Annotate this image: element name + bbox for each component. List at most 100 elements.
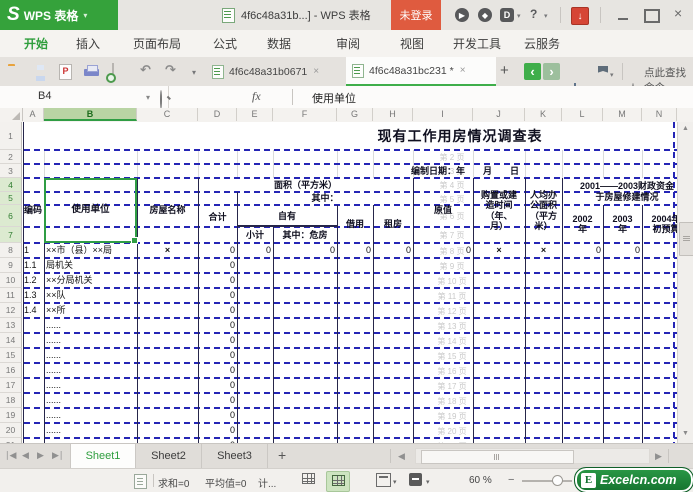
cell-A9[interactable]: 1.1 [23,258,43,273]
cell-B15[interactable]: ...... [45,348,136,363]
hscroll-left-icon[interactable]: ◀ [398,451,405,462]
insert-function-icon[interactable]: fx [252,89,261,104]
header-cell-per-capita-area[interactable]: 人均办 公面积 （平方 米） [525,178,562,243]
tab-scroll-left-button[interactable]: ‹ [524,63,541,80]
scroll-down-icon[interactable]: ▼ [678,430,693,437]
zoom-level[interactable]: 60 % [469,475,492,486]
export-pdf-icon[interactable]: P [59,64,72,80]
cell-D17[interactable]: 0 [199,378,236,393]
menu-tab-公式[interactable]: 公式 [213,30,237,57]
header-cell-self-owned[interactable]: 自有 [237,205,337,227]
cell-D11[interactable]: 0 [199,288,236,303]
column-header-H[interactable]: H [373,108,413,121]
cell-B14[interactable]: ...... [45,333,136,348]
close-button[interactable]: × [674,5,682,21]
cell-D21[interactable]: 0 [199,438,236,443]
header-cell-house-name[interactable]: 房屋名称 [137,178,198,243]
cell-M8[interactable]: 0 [604,243,641,258]
header-cell-total[interactable]: 合计 [198,192,237,243]
cell-D16[interactable]: 0 [199,363,236,378]
row-header-12[interactable]: 12 [0,303,22,318]
cell-J8[interactable]: × [474,243,524,258]
row-header-21[interactable]: 21 [0,438,22,443]
header-cell-subtotal[interactable]: 小计 [237,227,273,243]
document-tab[interactable]: 4f6c48a31b0671× [206,57,342,86]
menu-tab-开始[interactable]: 开始 [24,30,48,57]
column-header-F[interactable]: F [273,108,337,121]
print-preview-icon[interactable] [112,63,114,82]
menu-tab-云服务[interactable]: 云服务 [524,30,560,57]
workspace-icon[interactable] [598,66,608,77]
formula-search-icon[interactable] [160,90,162,109]
header-cell-among[interactable]: 其中： [237,192,413,205]
row-header-9[interactable]: 9 [0,258,22,273]
row-header-11[interactable]: 11 [0,288,22,303]
last-sheet-icon[interactable]: ▶∣ [52,450,63,461]
cell-D14[interactable]: 0 [199,333,236,348]
column-header-B[interactable]: B [44,108,137,121]
cell-B21[interactable]: ...... [45,438,136,443]
column-header-M[interactable]: M [603,108,642,121]
chevron-down-icon[interactable]: ▾ [544,12,548,20]
cell-B16[interactable]: ...... [45,363,136,378]
row-header-17[interactable]: 17 [0,378,22,393]
cell-B8[interactable]: ××市（县）××局 [45,243,136,258]
row-header-7[interactable]: 7 [0,227,22,243]
cell-D8[interactable]: 0 [199,243,236,258]
login-button[interactable]: 未登录 [391,0,441,30]
close-tab-icon[interactable]: × [313,66,319,77]
cell-K8[interactable]: × [526,243,561,258]
cell-I8[interactable]: 0 [414,243,472,258]
cell-D13[interactable]: 0 [199,318,236,333]
row-header-1[interactable]: 1 [0,122,22,150]
menu-tab-插入[interactable]: 插入 [76,30,100,57]
column-header-L[interactable]: L [562,108,603,121]
formula-content[interactable]: 使用单位 [312,90,356,106]
next-sheet-icon[interactable]: ▶ [37,450,44,461]
header-cell-danger-house[interactable]: 其中：危房 [273,227,337,243]
row-header-15[interactable]: 15 [0,348,22,363]
cell-G8[interactable]: 0 [338,243,372,258]
tab-scroll-right-button[interactable]: › [543,63,560,80]
cell-D19[interactable]: 0 [199,408,236,423]
close-tab-icon[interactable]: × [460,65,466,76]
cell-D18[interactable]: 0 [199,393,236,408]
menu-tab-视图[interactable]: 视图 [400,30,424,57]
zoom-slider[interactable] [522,480,572,482]
row-header-2[interactable]: 2 [0,150,22,164]
cell-A10[interactable]: 1.2 [23,273,43,288]
help-icon[interactable]: ? [530,7,537,21]
cell-B11[interactable]: ××队 [45,288,136,303]
page-layout-view-icon[interactable] [376,473,391,487]
row-header-14[interactable]: 14 [0,333,22,348]
row-header-8[interactable]: 8 [0,243,22,258]
header-cell-area[interactable]: 面积（平方米） [198,178,413,192]
column-header-C[interactable]: C [137,108,198,121]
menu-tab-审阅[interactable]: 审阅 [336,30,360,57]
cell-B20[interactable]: ...... [45,423,136,438]
cell-A8[interactable]: 1 [23,243,43,258]
column-header-I[interactable]: I [413,108,473,121]
upgrade-download-icon[interactable]: ↓ [571,7,589,25]
selection-stats-icon[interactable] [134,474,147,489]
cell-B10[interactable]: ××分局机关 [45,273,136,288]
new-document-tab-button[interactable]: + [500,62,509,79]
hscroll-right-icon[interactable]: ▶ [655,451,662,462]
row-header-20[interactable]: 20 [0,423,22,438]
column-header-D[interactable]: D [198,108,237,121]
cell-L8[interactable]: 0 [563,243,602,258]
chevron-down-icon[interactable]: ▾ [393,478,397,486]
vertical-scrollbar[interactable]: ▲ ▼ [677,122,693,443]
zoom-slider-thumb[interactable] [552,475,563,486]
header-cell-rented[interactable]: 租房 [373,205,413,243]
cell-F8[interactable]: 0 [274,243,336,258]
select-all-corner[interactable] [0,108,23,121]
row-header-3[interactable]: 3 [0,164,22,178]
column-header-N[interactable]: N [642,108,677,121]
theme-icon[interactable]: ◆ [478,8,492,22]
menu-tab-开发工具[interactable]: 开发工具 [453,30,501,57]
header-cell-original-value[interactable]: 原值 [413,178,473,243]
header-cell-fiscal-funds[interactable]: 2001——2003财政资金 于房屋修建情况 [562,178,692,205]
interface-switch-icon[interactable]: D [500,8,514,22]
cell-C8[interactable]: × [138,243,197,258]
